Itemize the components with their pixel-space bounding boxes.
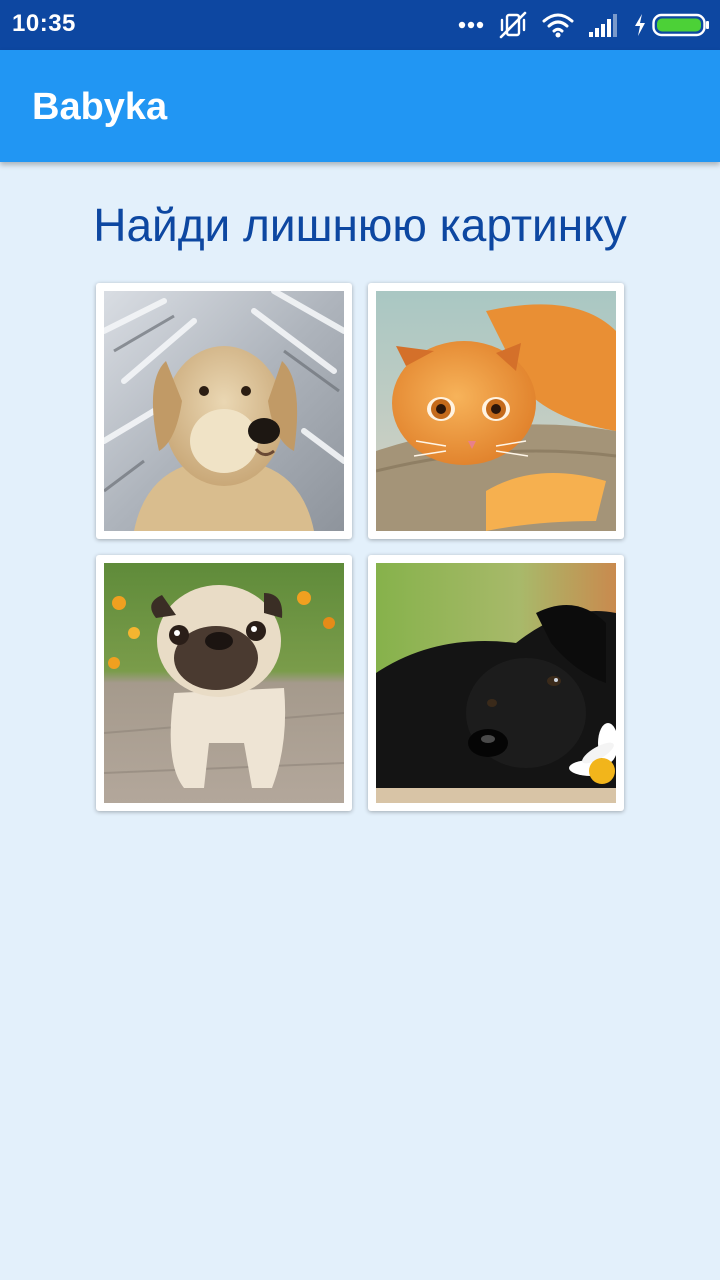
vibrate-off-icon — [498, 11, 528, 39]
signal-icon — [588, 13, 620, 37]
retriever-image — [104, 291, 344, 531]
pug-image — [104, 563, 344, 803]
game-prompt: Найди лишнюю картинку — [93, 199, 627, 251]
wifi-icon — [542, 12, 574, 38]
picture-card-retriever[interactable] — [96, 283, 352, 539]
status-bar: 10:35 — [0, 0, 720, 50]
kitten-image — [376, 291, 616, 531]
app-bar: Babyka — [0, 50, 720, 162]
picture-card-black-dog[interactable] — [368, 555, 624, 811]
black-dog-image — [376, 563, 616, 803]
more-dots-icon — [458, 21, 484, 29]
status-icons — [458, 8, 710, 42]
status-time: 10:35 — [12, 10, 76, 37]
battery-icon — [652, 13, 710, 37]
picture-card-pug[interactable] — [96, 555, 352, 811]
charging-icon — [634, 14, 646, 36]
app-title: Babyka — [32, 86, 168, 128]
picture-card-kitten[interactable] — [368, 283, 624, 539]
